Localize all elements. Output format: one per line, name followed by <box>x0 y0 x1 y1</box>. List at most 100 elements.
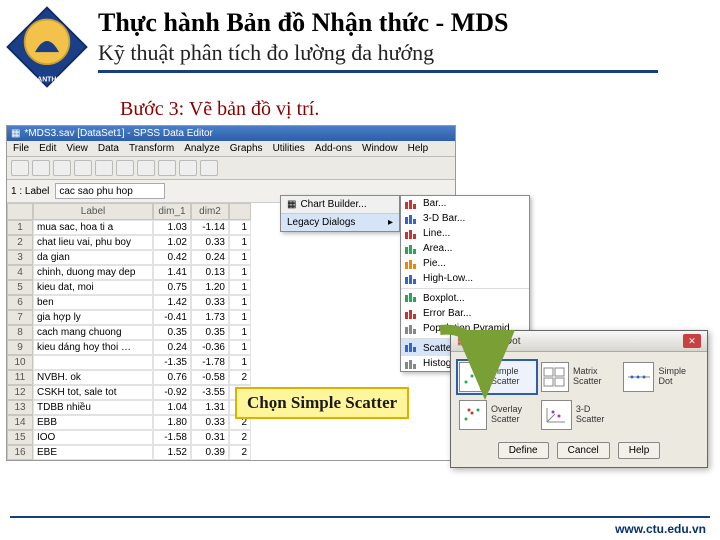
table-row[interactable]: 7gia hợp ly-0.411.731 <box>7 310 455 325</box>
chart-menu-item[interactable]: Bar... <box>401 196 529 211</box>
cell[interactable]: 0.24 <box>153 340 191 355</box>
cell[interactable]: -0.58 <box>191 370 229 385</box>
table-row[interactable]: 9kieu dáng hoy thoi …0.24-0.361 <box>7 340 455 355</box>
cell[interactable]: -1.14 <box>191 220 229 235</box>
cell[interactable]: chinh, duong may dep <box>33 265 153 280</box>
cell[interactable]: 12 <box>7 385 33 400</box>
toolbar-button[interactable] <box>116 160 134 176</box>
chart-menu-item[interactable]: Boxplot... <box>401 288 529 306</box>
table-row[interactable]: 8cach mang chuong0.350.351 <box>7 325 455 340</box>
cell[interactable]: 15 <box>7 430 33 445</box>
cell[interactable]: 9 <box>7 340 33 355</box>
cell[interactable]: 2 <box>229 370 251 385</box>
chart-menu-item[interactable]: Line... <box>401 226 529 241</box>
cell[interactable]: -3.55 <box>191 385 229 400</box>
table-row[interactable]: 15IOO-1.580.312 <box>7 430 455 445</box>
cell[interactable]: 1 <box>229 265 251 280</box>
menu-file[interactable]: File <box>13 143 29 154</box>
menubar[interactable]: File Edit View Data Transform Analyze Gr… <box>7 141 455 157</box>
table-row[interactable]: 16EBE1.520.392 <box>7 445 455 460</box>
cell[interactable]: 1 <box>229 295 251 310</box>
toolbar-button[interactable] <box>11 160 29 176</box>
cell[interactable]: 1 <box>229 220 251 235</box>
cell[interactable]: NVBH. ok <box>33 370 153 385</box>
cell[interactable]: TDBB nhiều <box>33 400 153 415</box>
menu-addons[interactable]: Add-ons <box>315 143 352 154</box>
cell[interactable]: 1 <box>7 220 33 235</box>
cell[interactable]: 0.75 <box>153 280 191 295</box>
cell[interactable]: 1.02 <box>153 235 191 250</box>
chart-menu-item[interactable]: 3-D Bar... <box>401 211 529 226</box>
col-dim2[interactable]: dim2 <box>191 203 229 220</box>
cell[interactable]: mua sac, hoa ti a <box>33 220 153 235</box>
cell[interactable]: 2 <box>229 445 251 460</box>
cell[interactable]: da gian <box>33 250 153 265</box>
cell[interactable]: 3 <box>7 250 33 265</box>
option-3d-scatter[interactable]: 3-D Scatter <box>539 398 619 432</box>
graphs-submenu[interactable]: ▦ Chart Builder... Legacy Dialogs ▸ <box>280 195 400 232</box>
toolbar-button[interactable] <box>158 160 176 176</box>
table-row[interactable]: 10-1.35-1.781 <box>7 355 455 370</box>
col-dim1[interactable]: dim_1 <box>153 203 191 220</box>
cell[interactable]: 1 <box>229 235 251 250</box>
data-grid[interactable]: Label dim_1 dim2 1mua sac, hoa ti a1.03-… <box>7 203 455 460</box>
toolbar-button[interactable] <box>74 160 92 176</box>
cell[interactable]: 0.39 <box>191 445 229 460</box>
cell[interactable]: 0.31 <box>191 430 229 445</box>
cell[interactable]: 0.24 <box>191 250 229 265</box>
cell[interactable]: 0.35 <box>153 325 191 340</box>
menu-data[interactable]: Data <box>98 143 119 154</box>
menu-graphs[interactable]: Graphs <box>230 143 263 154</box>
table-row[interactable]: 3da gian0.420.241 <box>7 250 455 265</box>
menu-analyze[interactable]: Analyze <box>184 143 220 154</box>
option-simple-dot[interactable]: Simple Dot <box>621 360 701 394</box>
col-label[interactable]: Label <box>33 203 153 220</box>
cell[interactable]: cach mang chuong <box>33 325 153 340</box>
cell[interactable]: 6 <box>7 295 33 310</box>
cell[interactable]: 1.41 <box>153 265 191 280</box>
cell[interactable]: 0.76 <box>153 370 191 385</box>
cell[interactable]: 1.03 <box>153 220 191 235</box>
cell[interactable]: 2 <box>229 430 251 445</box>
chart-menu-item[interactable]: Area... <box>401 241 529 256</box>
close-icon[interactable]: ✕ <box>683 334 701 348</box>
cell[interactable]: 1 <box>229 355 251 370</box>
option-matrix-scatter[interactable]: Matrix Scatter <box>539 360 619 394</box>
menu-view[interactable]: View <box>66 143 88 154</box>
cell[interactable]: CSKH tot, sale tot <box>33 385 153 400</box>
cell[interactable]: 1.73 <box>191 310 229 325</box>
cell[interactable]: 1.04 <box>153 400 191 415</box>
col-extra[interactable] <box>229 203 251 220</box>
cell[interactable]: 1.42 <box>153 295 191 310</box>
cancel-button[interactable]: Cancel <box>557 442 610 459</box>
define-button[interactable]: Define <box>498 442 549 459</box>
cell[interactable]: IOO <box>33 430 153 445</box>
chart-menu-item[interactable]: High-Low... <box>401 271 529 286</box>
cell[interactable]: 0.33 <box>191 415 229 430</box>
cell[interactable]: 13 <box>7 400 33 415</box>
menu-help[interactable]: Help <box>408 143 429 154</box>
cell[interactable]: 1.52 <box>153 445 191 460</box>
cell[interactable]: chat lieu vai, phu boy <box>33 235 153 250</box>
cell[interactable]: 0.33 <box>191 295 229 310</box>
toolbar-button[interactable] <box>137 160 155 176</box>
menu-legacy-dialogs[interactable]: Legacy Dialogs ▸ <box>281 214 399 231</box>
cell[interactable]: 1.80 <box>153 415 191 430</box>
toolbar-button[interactable] <box>95 160 113 176</box>
cell[interactable]: kieu dáng hoy thoi … <box>33 340 153 355</box>
chart-menu-item[interactable]: Pie... <box>401 256 529 271</box>
toolbar-button[interactable] <box>179 160 197 176</box>
cell[interactable]: 11 <box>7 370 33 385</box>
table-row[interactable]: 6ben1.420.331 <box>7 295 455 310</box>
table-row[interactable]: 11NVBH. ok0.76-0.582 <box>7 370 455 385</box>
menu-edit[interactable]: Edit <box>39 143 56 154</box>
cell[interactable]: 10 <box>7 355 33 370</box>
cell[interactable]: 0.35 <box>191 325 229 340</box>
cell[interactable]: -1.78 <box>191 355 229 370</box>
cell[interactable]: 1.31 <box>191 400 229 415</box>
cell[interactable]: EBB <box>33 415 153 430</box>
cell[interactable]: 1 <box>229 250 251 265</box>
cell[interactable]: -0.36 <box>191 340 229 355</box>
table-row[interactable]: 5kieu dat, moi0.751.201 <box>7 280 455 295</box>
cell[interactable]: 0.13 <box>191 265 229 280</box>
